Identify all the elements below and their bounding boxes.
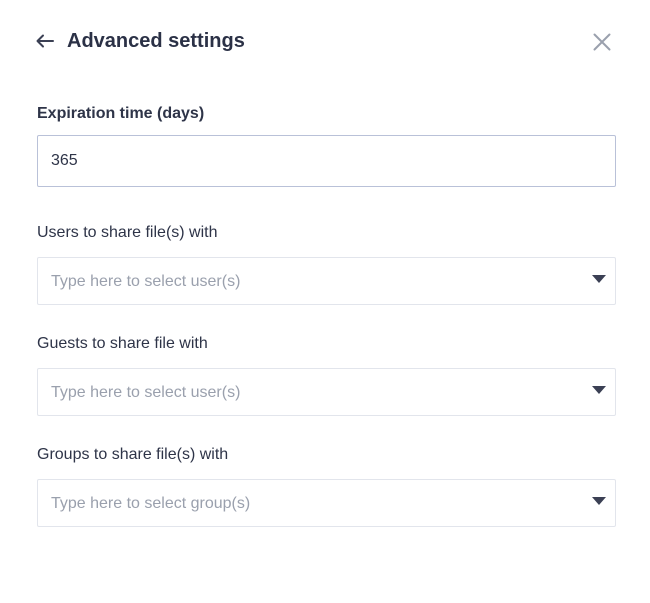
expiration-time-input[interactable] [37,135,616,187]
close-button[interactable] [588,28,616,56]
users-select-placeholder: Type here to select user(s) [51,273,241,290]
chevron-down-icon [592,274,606,284]
guests-select[interactable]: Type here to select user(s) [37,368,616,416]
groups-share-label: Groups to share file(s) with [37,446,229,463]
expiration-time-label: Expiration time (days) [37,105,205,122]
chevron-down-icon [592,385,606,395]
back-button[interactable] [32,28,58,54]
groups-select-placeholder: Type here to select group(s) [51,495,251,512]
arrow-left-icon [36,34,54,48]
page-title: Advanced settings [67,30,245,52]
panel-header: Advanced settings [0,0,650,84]
chevron-down-icon [592,496,606,506]
guests-share-label: Guests to share file with [37,335,208,352]
close-icon [593,33,611,51]
users-share-label: Users to share file(s) with [37,224,218,241]
guests-select-placeholder: Type here to select user(s) [51,384,241,401]
users-select[interactable]: Type here to select user(s) [37,257,616,305]
groups-select[interactable]: Type here to select group(s) [37,479,616,527]
